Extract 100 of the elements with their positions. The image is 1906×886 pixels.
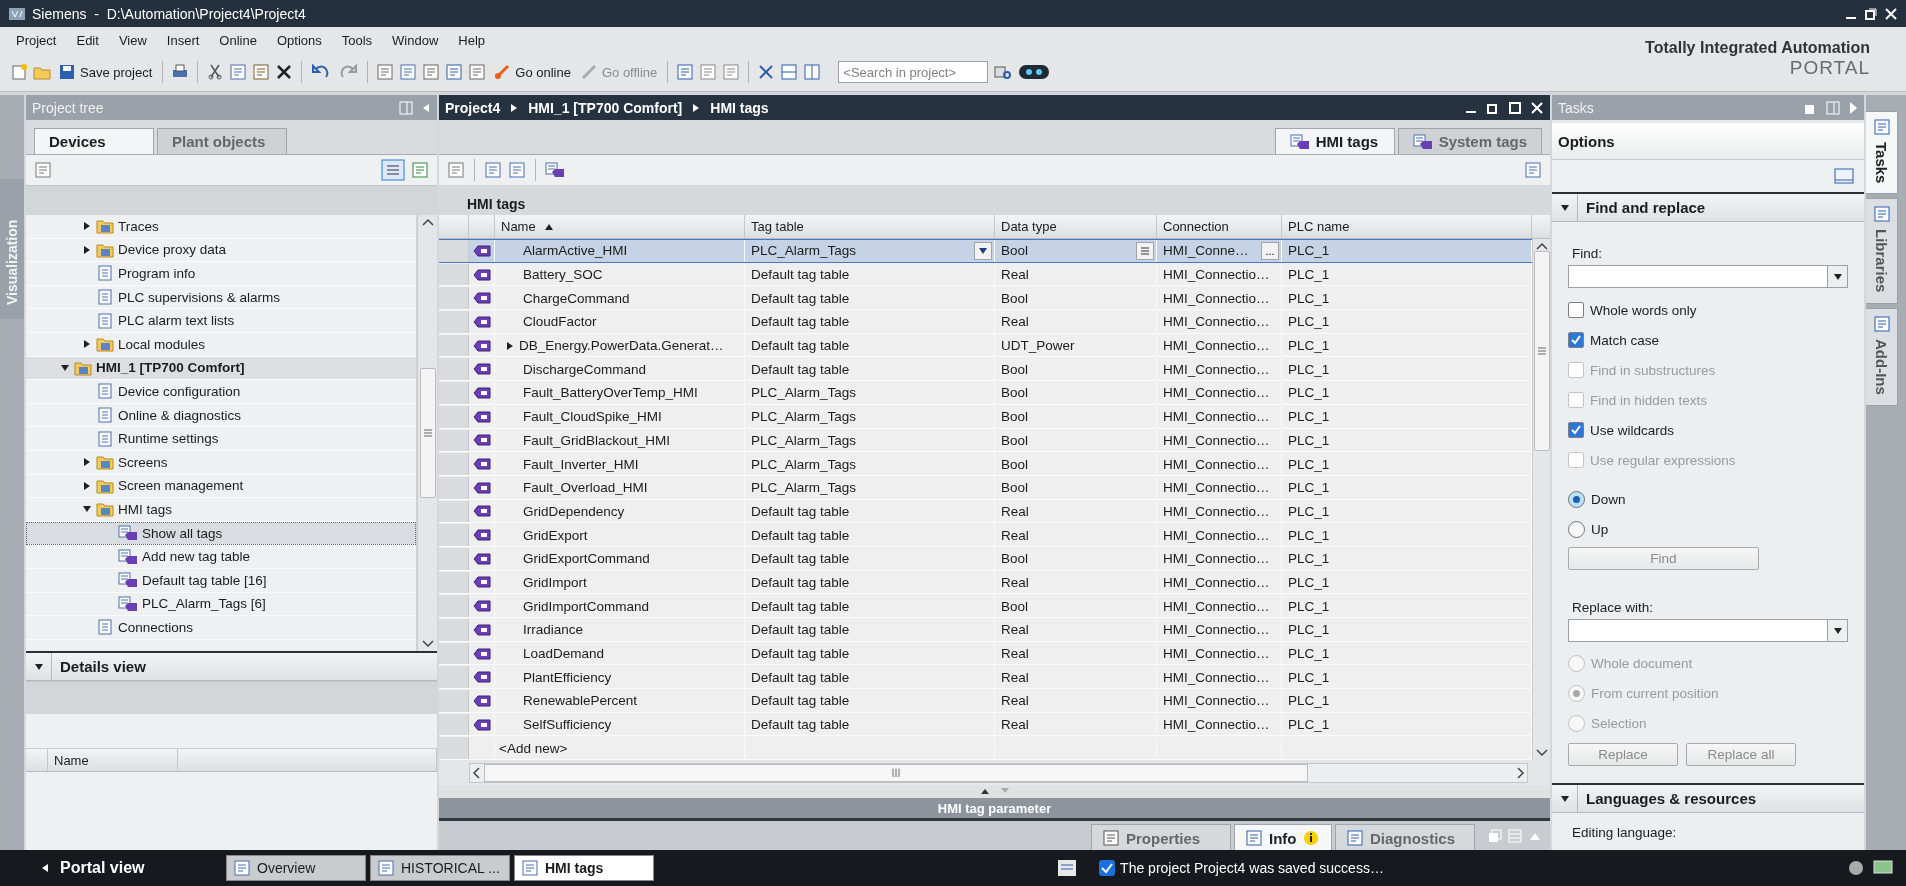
table-row[interactable]: GridExportCommand Default tag table Bool HMI_Connectio… PLC_1 <box>439 546 1532 571</box>
radio-button[interactable] <box>1568 490 1585 508</box>
collapse-right-icon[interactable] <box>1848 100 1858 115</box>
go-online-button[interactable]: Go online <box>491 61 573 83</box>
search-icon[interactable] <box>993 63 1014 81</box>
checkbox[interactable] <box>1568 422 1584 438</box>
checkbox-option[interactable]: Use wildcards <box>1568 415 1848 445</box>
table-row[interactable]: <Add new> <box>439 736 1532 761</box>
inspector-tab[interactable]: Diagnostics <box>1335 824 1475 852</box>
row-header[interactable] <box>439 311 469 333</box>
column-header[interactable]: Tag table <box>745 215 995 238</box>
menu-item[interactable]: Project <box>6 32 67 48</box>
row-header[interactable] <box>439 571 469 594</box>
table-row[interactable]: RenewablePercent Default tag table Real HMI_Connectio… PLC_1 <box>439 689 1532 713</box>
scrollbar[interactable] <box>1532 239 1550 761</box>
checkbox[interactable] <box>1568 302 1584 318</box>
section-header[interactable]: Languages & resources <box>1552 783 1864 813</box>
row-header[interactable] <box>439 453 469 475</box>
inspector-tab[interactable]: Properties <box>1091 824 1231 852</box>
scroll-up-icon[interactable] <box>420 217 435 227</box>
checkbox[interactable] <box>1568 332 1584 348</box>
row-header[interactable] <box>439 240 469 262</box>
split-vertical-icon[interactable] <box>803 63 822 81</box>
tree-item[interactable]: Program info <box>26 262 416 286</box>
tree-item[interactable]: Local modules <box>26 332 416 357</box>
row-header[interactable] <box>439 595 469 617</box>
menu-item[interactable]: Window <box>382 32 449 48</box>
table-row[interactable]: CloudFactor Default tag table Real HMI_Connectio… PLC_1 <box>439 310 1532 334</box>
tree-item[interactable]: PLC supervisions & alarms <box>26 285 416 310</box>
radio-option[interactable]: Up <box>1568 514 1848 544</box>
radio-option[interactable]: Down <box>1568 484 1848 514</box>
column-header[interactable]: Data type <box>995 215 1157 238</box>
row-header[interactable] <box>439 737 469 760</box>
cross-reference-icon[interactable] <box>757 63 776 81</box>
row-header[interactable] <box>439 666 469 689</box>
tree-item[interactable]: Show all tags <box>26 521 416 546</box>
table-row[interactable]: GridExport Default tag table Real HMI_Connectio… PLC_1 <box>439 523 1532 547</box>
side-tab[interactable]: Add-Ins <box>1866 307 1898 406</box>
row-header[interactable] <box>439 476 469 499</box>
table-row[interactable]: GridImport Default tag table Real HMI_Connectio… PLC_1 <box>439 570 1532 595</box>
section-header[interactable]: Find and replace <box>1552 192 1864 222</box>
scroll-down-icon[interactable] <box>420 639 435 649</box>
tree-item[interactable]: HMI tags <box>26 498 416 522</box>
menu-item[interactable]: Help <box>448 32 496 48</box>
dock-icon[interactable] <box>1508 829 1522 844</box>
table-row[interactable]: DB_Energy.PowerData.Generat… Default tag table UDT_Power HMI_Connectio… PLC_1 <box>439 333 1532 358</box>
table-row[interactable]: Battery_SOC Default tag table Real HMI_Connectio… PLC_1 <box>439 262 1532 287</box>
checkbox-option[interactable]: Whole words only <box>1568 295 1848 325</box>
row-header[interactable] <box>439 547 469 570</box>
tree-item[interactable]: PLC alarm text lists <box>26 309 416 333</box>
table-row[interactable]: LoadDemand Default tag table Real HMI_Connectio… PLC_1 <box>439 641 1532 666</box>
table-row[interactable]: Irradiance Default tag table Real HMI_Connectio… PLC_1 <box>439 618 1532 642</box>
table-row[interactable]: Fault_Inverter_HMI PLC_Alarm_Tags Bool HMI_Connectio… PLC_1 <box>439 452 1532 476</box>
column-header[interactable]: Connection <box>1157 215 1282 238</box>
column-header[interactable]: PLC name <box>1282 215 1532 238</box>
dropdown-button[interactable] <box>974 241 992 260</box>
dock-icon[interactable] <box>399 100 413 115</box>
column-header[interactable]: Name <box>48 749 178 771</box>
delete-icon[interactable] <box>275 63 294 81</box>
replace-field[interactable] <box>1568 619 1848 642</box>
scroll-up-icon[interactable] <box>1534 241 1549 251</box>
breadcrumb-item[interactable]: HMI_1 [TP700 Comfort] <box>528 99 683 116</box>
tab[interactable]: Plant objects <box>157 128 287 154</box>
tree-item[interactable]: Connections <box>26 616 416 640</box>
tree-item[interactable]: Screen management <box>26 474 416 499</box>
save-project-button[interactable]: Save project <box>56 61 155 83</box>
table-row[interactable]: PlantEfficiency Default tag table Real HMI_Connectio… PLC_1 <box>439 665 1532 690</box>
row-header[interactable] <box>439 287 469 310</box>
row-header[interactable] <box>439 690 469 712</box>
radio-button[interactable] <box>1568 520 1585 538</box>
table-row[interactable]: Fault_CloudSpike_HMI PLC_Alarm_Tags Bool HMI_Connectio… PLC_1 <box>439 404 1532 429</box>
maximize-icon[interactable] <box>1508 100 1522 115</box>
menu-item[interactable]: Edit <box>66 32 109 48</box>
horizontal-scrollbar[interactable] <box>469 763 1528 784</box>
cut-icon[interactable] <box>206 63 225 81</box>
row-header[interactable] <box>439 334 469 357</box>
assistant-robot-icon[interactable] <box>1018 62 1051 82</box>
layout-icon[interactable] <box>1834 167 1854 185</box>
menu-item[interactable]: Options <box>266 32 332 48</box>
dropdown-button[interactable] <box>1827 266 1847 287</box>
scrollbar[interactable] <box>417 215 437 651</box>
close-icon[interactable] <box>1530 100 1544 115</box>
table-row[interactable]: SelfSufficiency Default tag table Real HMI_Connectio… PLC_1 <box>439 712 1532 737</box>
side-tab[interactable]: Tasks <box>1866 111 1898 195</box>
menu-item[interactable]: Online <box>209 32 267 48</box>
dock-icon[interactable] <box>1826 100 1840 115</box>
find-field[interactable] <box>1568 265 1848 288</box>
list-button[interactable] <box>1136 241 1154 260</box>
breadcrumb-item[interactable]: HMI tags <box>710 99 769 116</box>
taskbar-item[interactable]: HISTORICAL ... <box>370 855 510 881</box>
checkbox-option[interactable]: Match case <box>1568 325 1848 355</box>
tree-item[interactable]: Screens <box>26 450 416 475</box>
row-header[interactable] <box>439 358 469 381</box>
table-row[interactable]: Fault_BatteryOverTemp_HMI PLC_Alarm_Tags Bool HMI_Connectio… PLC_1 <box>439 381 1532 405</box>
tree-item[interactable]: HMI_1 [TP700 Comfort] <box>26 356 416 381</box>
menu-item[interactable]: View <box>108 32 157 48</box>
table-row[interactable]: GridImportCommand Default tag table Bool HMI_Connectio… PLC_1 <box>439 594 1532 618</box>
side-tab[interactable]: Libraries <box>1866 198 1898 304</box>
tab[interactable]: Devices <box>34 128 154 154</box>
browse-button[interactable]: ... <box>1261 241 1279 260</box>
